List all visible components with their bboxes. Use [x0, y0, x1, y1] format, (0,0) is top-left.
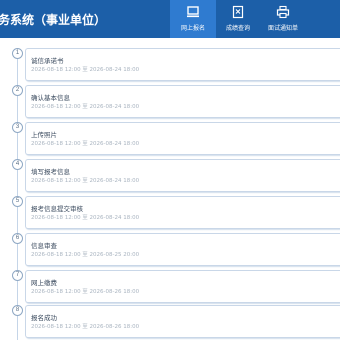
step-item: 7 网上缴费 2026-08-18 12:00 至 2026-08-26 18:… [0, 270, 340, 306]
step-number-badge: 1 [12, 48, 23, 59]
step-card-online-payment[interactable]: 网上缴费 2026-08-18 12:00 至 2026-08-26 18:00 [25, 270, 340, 303]
step-number-badge: 6 [12, 233, 23, 244]
step-item: 1 诚信承诺书 2026-08-18 12:00 至 2026-08-24 18… [0, 48, 340, 84]
step-card-integrity-pledge[interactable]: 诚信承诺书 2026-08-18 12:00 至 2026-08-24 18:0… [25, 48, 340, 81]
step-card-registration-success[interactable]: 报名成功 2026-08-18 12:00 至 2026-08-26 18:00 [25, 305, 340, 338]
step-item: 5 报考信息提交审核 2026-08-18 12:00 至 2026-08-24… [0, 196, 340, 232]
monitor-icon [187, 6, 199, 18]
step-number-badge: 5 [12, 196, 23, 207]
step-item: 2 确认基本信息 2026-08-18 12:00 至 2026-08-24 1… [0, 85, 340, 121]
step-item: 6 信息审查 2026-08-18 12:00 至 2026-08-25 20:… [0, 233, 340, 269]
nav-interview-notice[interactable]: 面试通知单 [260, 0, 306, 38]
step-card-upload-photo[interactable]: 上传照片 2026-08-18 12:00 至 2026-08-24 18:00 [25, 122, 340, 155]
grade-document-icon [232, 5, 244, 19]
step-card-fill-application[interactable]: 填写报考信息 2026-08-18 12:00 至 2026-08-24 18:… [25, 159, 340, 192]
printer-icon [276, 5, 290, 19]
step-number-badge: 7 [12, 270, 23, 281]
step-number-badge: 4 [12, 159, 23, 170]
step-title: 上传照片 [31, 131, 57, 139]
step-number-badge: 3 [12, 122, 23, 133]
step-title: 填写报考信息 [31, 168, 70, 176]
step-item: 8 报名成功 2026-08-18 12:00 至 2026-08-26 18:… [0, 305, 340, 340]
step-time-range: 2026-08-18 12:00 至 2026-08-24 18:00 [31, 67, 140, 73]
step-time-range: 2026-08-18 12:00 至 2026-08-24 18:00 [31, 215, 140, 221]
step-item: 3 上传照片 2026-08-18 12:00 至 2026-08-24 18:… [0, 122, 340, 158]
step-title: 信息审查 [31, 242, 57, 250]
step-title: 报名成功 [31, 314, 57, 322]
step-number-badge: 2 [12, 85, 23, 96]
step-time-range: 2026-08-18 12:00 至 2026-08-26 18:00 [31, 324, 140, 330]
step-card-submit-for-review[interactable]: 报考信息提交审核 2026-08-18 12:00 至 2026-08-24 1… [25, 196, 340, 229]
step-time-range: 2026-08-18 12:00 至 2026-08-24 18:00 [31, 104, 140, 110]
nav-online-registration[interactable]: 网上报名 [170, 0, 216, 38]
nav-label-score-query: 成绩查询 [225, 25, 250, 32]
step-number-badge: 8 [12, 305, 23, 316]
system-title: 务系统（事业单位） [0, 13, 107, 27]
nav-score-query[interactable]: 成绩查询 [215, 0, 261, 38]
step-title: 确认基本信息 [31, 94, 70, 102]
step-time-range: 2026-08-18 12:00 至 2026-08-24 18:00 [31, 178, 140, 184]
step-time-range: 2026-08-18 12:00 至 2026-08-26 18:00 [31, 289, 140, 295]
top-header: 务系统（事业单位） 网上报名 成绩查询 面试通知单 [0, 0, 340, 38]
nav-label-online-registration: 网上报名 [180, 25, 205, 32]
step-item: 4 填写报考信息 2026-08-18 12:00 至 2026-08-24 1… [0, 159, 340, 195]
step-title: 网上缴费 [31, 279, 57, 287]
step-card-info-review[interactable]: 信息审查 2026-08-18 12:00 至 2026-08-25 20:00 [25, 233, 340, 266]
step-time-range: 2026-08-18 12:00 至 2026-08-24 18:00 [31, 141, 140, 147]
nav-label-interview-notice: 面试通知单 [267, 25, 298, 32]
step-title: 报考信息提交审核 [31, 205, 83, 213]
step-card-confirm-basic-info[interactable]: 确认基本信息 2026-08-18 12:00 至 2026-08-24 18:… [25, 85, 340, 118]
step-title: 诚信承诺书 [31, 57, 64, 65]
step-time-range: 2026-08-18 12:00 至 2026-08-25 20:00 [31, 252, 140, 258]
